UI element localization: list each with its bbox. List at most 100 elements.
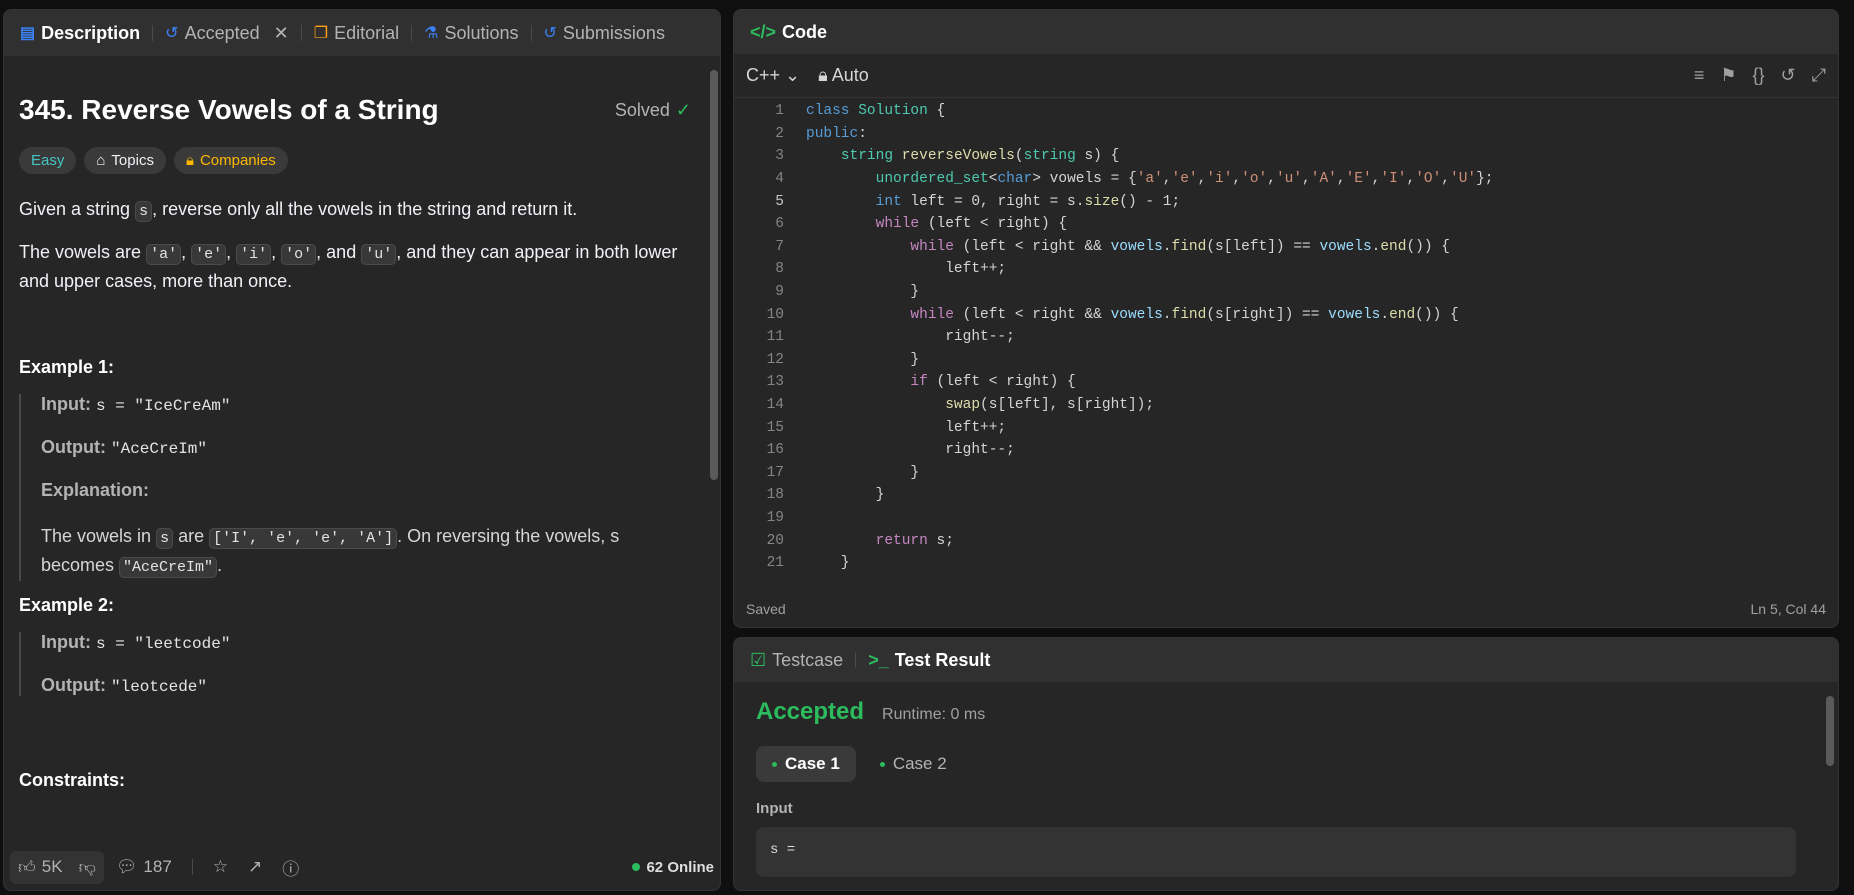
- code-line: 6 while (left < right) {: [775, 216, 1068, 233]
- tab-testcase[interactable]: ☑ Testcase: [746, 650, 847, 671]
- code-editor[interactable]: 1 class Solution { 2 public: 3 string reve…: [734, 100, 1838, 590]
- terminal-icon: >_: [868, 649, 889, 670]
- scrollbar[interactable]: [1826, 696, 1834, 766]
- divider: [191, 859, 193, 875]
- help-icon: ⓘ: [282, 859, 300, 879]
- check-circle-icon: ✓: [675, 99, 691, 120]
- companies-button[interactable]: 🔒︎ Companies: [173, 147, 288, 174]
- chevron-down-icon: ⌄: [785, 65, 801, 85]
- divider: [152, 25, 154, 41]
- problem-title: 345. Reverse Vowels of a String: [19, 94, 439, 125]
- tab-test-result[interactable]: >_ Test Result: [864, 650, 994, 671]
- code-line: 14 swap(s[left], s[right]);: [766, 397, 1155, 414]
- case-2-tab[interactable]: Case 2: [864, 746, 963, 782]
- tab-code[interactable]: </> Code: [746, 22, 831, 43]
- case-1-tab[interactable]: Case 1: [756, 746, 856, 782]
- format-icon[interactable]: ≡: [1694, 65, 1705, 86]
- example-1-title: Example 1:: [19, 357, 115, 377]
- topics-button[interactable]: ⌂ Topics: [84, 147, 166, 174]
- code-line: 7 while (left < right && vowels.find(s[l…: [775, 238, 1450, 255]
- example-2-block: Input: s = "leetcode" Output: "leotcede": [19, 632, 691, 696]
- code-line: 18 }: [766, 487, 885, 504]
- lock-icon: 🔒︎: [818, 65, 828, 85]
- example-2-title: Example 2:: [19, 595, 115, 615]
- description-paragraph: Given a string s, reverse only all the v…: [19, 199, 578, 222]
- solved-badge: Solved ✓: [614, 99, 691, 120]
- tab-accepted[interactable]: ↺ Accepted ✕: [161, 23, 293, 44]
- like-group: 👍︎ 5K 👎︎: [10, 850, 104, 884]
- description-icon: ▤: [20, 25, 36, 42]
- online-dot: [632, 863, 641, 871]
- close-icon[interactable]: ✕: [274, 23, 289, 44]
- code-line: 5 int left = 0, right = s.size() - 1;: [775, 193, 1181, 210]
- scrollbar[interactable]: [710, 70, 718, 480]
- constraints-title: Constraints:: [19, 770, 126, 790]
- code-line: 2 public:: [775, 125, 867, 142]
- example-1-block: Input: s = "IceCreAm" Output: "AceCreIm"…: [19, 394, 691, 581]
- divider: [855, 652, 857, 668]
- code-line: 20 return s;: [766, 532, 954, 549]
- result-tabbar: ☑ Testcase >_ Test Result: [734, 638, 1838, 682]
- external-link-icon: ↗: [248, 857, 263, 876]
- language-select[interactable]: C++ ⌄: [746, 65, 800, 86]
- help-button[interactable]: ⓘ: [274, 849, 307, 886]
- code-line: 21 }: [766, 555, 850, 572]
- checkbox-icon: ☑: [750, 649, 767, 670]
- code-line: 12 }: [766, 351, 920, 368]
- tag-pills: Easy ⌂ Topics 🔒︎ Companies: [19, 147, 691, 174]
- input-value-box: s =: [756, 827, 1796, 877]
- book-icon: ❐: [313, 25, 329, 42]
- dislike-button[interactable]: 👎︎: [71, 851, 104, 884]
- bookmark-icon[interactable]: ⚑: [1720, 65, 1736, 86]
- flask-icon: ⚗: [424, 25, 439, 42]
- problem-title-row: 345. Reverse Vowels of a String Solved ✓: [19, 94, 691, 126]
- inline-code: 'e': [191, 244, 227, 265]
- code-tabbar: </> Code: [734, 10, 1838, 54]
- editor-statusbar: Saved Ln 5, Col 44: [734, 591, 1838, 627]
- like-button[interactable]: 👍︎ 5K: [10, 851, 71, 884]
- code-line: 19: [766, 509, 784, 526]
- editor-toolbar: C++ ⌄ 🔒︎ Auto ≡ ⚑ {} ↺ ⤢: [734, 54, 1838, 98]
- reset-icon[interactable]: ↺: [1781, 65, 1796, 86]
- tab-submissions[interactable]: ↺ Submissions: [540, 23, 669, 44]
- divider: [530, 25, 532, 41]
- save-status: Saved: [746, 601, 786, 617]
- case-tabs: Case 1 Case 2: [756, 746, 1816, 782]
- editor-actions: ≡ ⚑ {} ↺ ⤢: [1694, 65, 1826, 86]
- divider: [411, 25, 413, 41]
- autocomplete-mode[interactable]: 🔒︎ Auto: [818, 65, 869, 86]
- expand-icon[interactable]: ⤢: [1812, 65, 1826, 86]
- code-line: 4 unordered_set<char> vowels = {'a','e',…: [775, 171, 1494, 188]
- code-line: 15 left++;: [766, 419, 1007, 436]
- description-panel: ▤ Description ↺ Accepted ✕ ❐ Editorial ⚗ Solu…: [3, 9, 721, 891]
- tab-editorial[interactable]: ❐ Editorial: [310, 23, 403, 44]
- favorite-button[interactable]: ☆: [205, 851, 236, 883]
- cursor-position: Ln 5, Col 44: [1750, 601, 1827, 617]
- code-line: 10 while (left < right && vowels.find(s[…: [766, 306, 1459, 323]
- divider: [300, 25, 302, 41]
- tab-description[interactable]: ▤ Description: [16, 23, 144, 44]
- online-count: 62 Online: [632, 859, 714, 876]
- inline-code: s: [135, 201, 153, 222]
- star-icon: ☆: [212, 857, 229, 876]
- code-line: 11 right--;: [766, 329, 1015, 346]
- vowels-paragraph: The vowels are 'a', 'e', 'i', 'o', and '…: [19, 242, 678, 291]
- bottom-action-bar: 👍︎ 5K 👎︎ 💬︎ 187 ☆ ↗ ⓘ 62 Online: [4, 844, 720, 890]
- code-line: 13 if (left < right) {: [766, 374, 1076, 391]
- difficulty-badge: Easy: [19, 147, 77, 174]
- inline-code: 'a': [146, 244, 182, 265]
- code-icon: </>: [750, 21, 777, 42]
- braces-icon[interactable]: {}: [1752, 65, 1764, 86]
- result-body: Accepted Runtime: 0 ms Case 1 Case 2 Inpu…: [734, 698, 1838, 877]
- share-button[interactable]: ↗: [240, 851, 270, 883]
- inline-code: 'u': [361, 244, 397, 265]
- comment-icon: 💬︎: [115, 857, 138, 876]
- code-line: 17 }: [766, 464, 920, 481]
- tag-icon: ⌂: [96, 152, 106, 169]
- comments-button[interactable]: 💬︎ 187: [108, 851, 180, 883]
- input-label: Input: [756, 800, 793, 817]
- tab-solutions[interactable]: ⚗ Solutions: [420, 23, 522, 44]
- left-tabbar: ▤ Description ↺ Accepted ✕ ❐ Editorial ⚗ Solu…: [4, 10, 720, 56]
- thumbs-down-icon: 👎︎: [78, 857, 96, 877]
- inline-code: 'i': [236, 244, 272, 265]
